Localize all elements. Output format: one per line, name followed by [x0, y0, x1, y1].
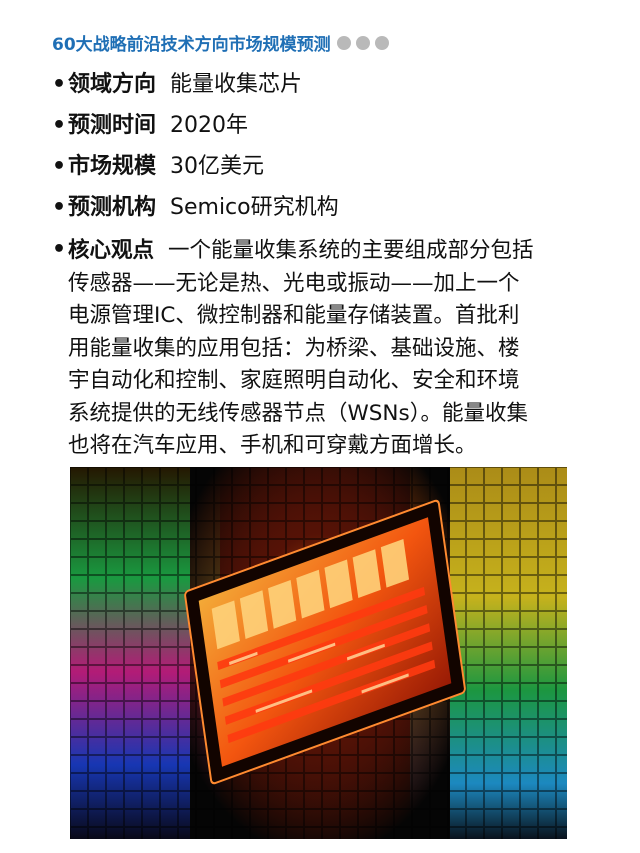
info-item-market-size: • 市场规模 30亿美元: [52, 152, 612, 182]
core-text-line: 一个能量收集系统的主要组成部分包括: [168, 238, 534, 263]
info-key: 市场规模: [68, 154, 157, 179]
core-text-line: 系统提供的无线传感器节点（WSNs）。能量收集: [68, 400, 528, 426]
page-title: 60大战略前沿技术方向市场规模预测: [52, 35, 331, 55]
bullet-icon: •: [52, 154, 67, 179]
info-value: 2020年: [170, 113, 249, 138]
info-key: 预测时间: [68, 113, 157, 138]
core-text-line: 宇自动化和控制、家庭照明自动化、安全和环境: [68, 368, 520, 393]
bullet-icon: •: [52, 237, 67, 262]
info-item-institution: • 预测机构 Semico研究机构: [52, 193, 612, 223]
info-item-domain: • 领域方向 能量收集芯片: [52, 70, 612, 100]
bullet-icon: •: [52, 72, 67, 97]
core-text-line: 电源管理IC、微控制器和能量存储装置。首批利: [68, 303, 520, 328]
bullet-icon: •: [52, 195, 67, 220]
page-header: 60大战略前沿技术方向市场规模预测: [52, 30, 389, 55]
dot-icon: [374, 35, 389, 50]
chip-photo: [70, 467, 567, 839]
info-value: 能量收集芯片: [170, 72, 303, 97]
info-item-forecast-year: • 预测时间 2020年: [52, 111, 612, 141]
info-key: 领域方向: [68, 72, 157, 97]
dot-icon: [336, 35, 351, 50]
info-key: 预测机构: [68, 195, 157, 220]
core-first-line: • 核心观点 一个能量收集系统的主要组成部分包括: [52, 235, 622, 268]
core-body: 传感器——无论是热、光电或振动——加上一个 电源管理IC、微控制器和能量存储装置…: [52, 268, 622, 463]
core-text-line: 也将在汽车应用、手机和可穿戴方面增长。: [68, 433, 477, 458]
info-list: • 领域方向 能量收集芯片 • 预测时间 2020年 • 市场规模 30亿美元 …: [52, 70, 612, 234]
core-text-line: 用能量收集的应用包括：为桥梁、基础设施、楼: [68, 335, 520, 361]
dot-icon: [355, 35, 370, 50]
decorative-dots: [336, 35, 389, 50]
core-viewpoint: • 核心观点 一个能量收集系统的主要组成部分包括 传感器——无论是热、光电或振动…: [52, 235, 622, 463]
bullet-icon: •: [52, 113, 67, 138]
info-value: 30亿美元: [170, 154, 265, 179]
core-text-line: 传感器——无论是热、光电或振动——加上一个: [68, 270, 520, 296]
core-key: 核心观点: [68, 238, 155, 263]
info-value: Semico研究机构: [170, 195, 339, 220]
